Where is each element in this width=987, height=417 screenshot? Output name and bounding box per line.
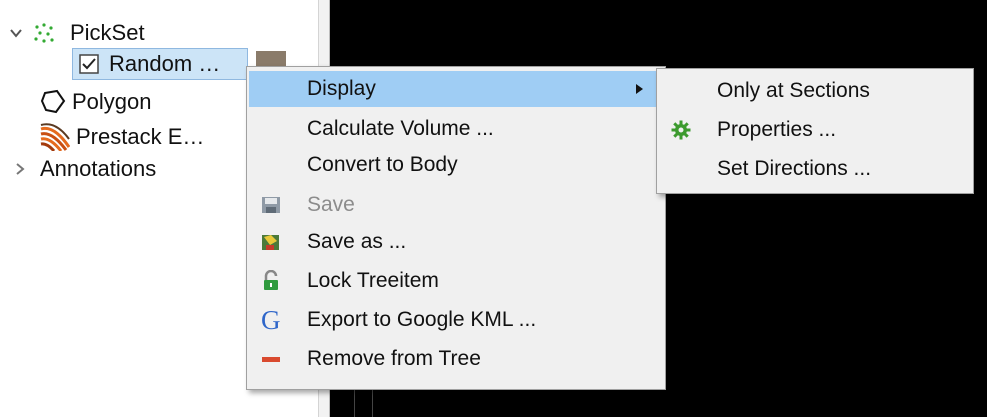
menu-item-label: Save as ... xyxy=(307,230,407,253)
checkbox-checked-icon[interactable] xyxy=(79,54,99,74)
menu-item-save[interactable]: Save xyxy=(249,187,663,223)
polygon-outline-icon xyxy=(40,89,66,114)
menu-item-display[interactable]: Display xyxy=(249,71,663,107)
lock-open-icon xyxy=(264,270,278,290)
menu-item-label: Export to Google KML ... xyxy=(307,308,537,331)
tree-item-annotations[interactable]: Annotations xyxy=(12,153,156,185)
tree-item-label: Annotations xyxy=(40,156,157,181)
remove-minus-icon xyxy=(262,357,280,362)
menu-item-export-kml[interactable]: G Export to Google KML ... xyxy=(249,302,663,338)
tree-item-label: PickSet xyxy=(70,20,145,45)
menu-item-label: Remove from Tree xyxy=(307,347,481,370)
save-as-icon xyxy=(262,235,279,250)
menu-item-label: Only at Sections xyxy=(717,79,870,102)
pickset-dots-icon xyxy=(34,23,54,43)
tree-item-pickset[interactable]: PickSet xyxy=(8,17,145,49)
submenu-arrow-icon xyxy=(636,84,643,94)
tree-item-random[interactable]: Random … xyxy=(72,48,248,80)
menu-item-properties[interactable]: Properties ... xyxy=(659,112,971,148)
tree-item-label: Prestack E… xyxy=(76,124,205,149)
menu-item-label: Set Directions ... xyxy=(717,157,872,180)
menu-item-label: Calculate Volume ... xyxy=(307,117,494,140)
menu-item-label: Save xyxy=(307,193,355,216)
color-swatch xyxy=(256,51,286,67)
menu-item-label: Lock Treeitem xyxy=(307,269,439,292)
menu-item-lock-treeitem[interactable]: Lock Treeitem xyxy=(249,263,663,299)
tree-item-polygon[interactable]: Polygon xyxy=(40,86,152,118)
display-submenu: Only at Sections Properties ... Set Dire… xyxy=(656,68,974,194)
tree-item-label: Random … xyxy=(109,51,221,76)
gear-properties-icon xyxy=(671,120,691,140)
save-disk-icon xyxy=(262,197,280,213)
menu-item-label: Display xyxy=(307,77,376,100)
menu-item-convert-to-body[interactable]: Convert to Body xyxy=(249,147,663,183)
prestack-wiggle-icon xyxy=(40,123,70,151)
chevron-down-icon[interactable] xyxy=(8,25,24,41)
chevron-right-icon[interactable] xyxy=(12,161,28,177)
menu-item-remove-from-tree[interactable]: Remove from Tree xyxy=(249,341,663,377)
context-menu: Display Calculate Volume ... Convert to … xyxy=(246,66,666,390)
menu-item-calculate-volume[interactable]: Calculate Volume ... xyxy=(249,111,663,147)
menu-item-save-as[interactable]: Save as ... xyxy=(249,224,663,260)
tree-item-prestack[interactable]: Prestack E… xyxy=(40,121,204,153)
google-g-icon: G xyxy=(261,305,281,335)
menu-item-label: Convert to Body xyxy=(307,153,458,176)
tree-item-label: Polygon xyxy=(72,89,152,114)
menu-item-label: Properties ... xyxy=(717,118,837,141)
menu-item-only-at-sections[interactable]: Only at Sections xyxy=(659,73,971,109)
menu-item-set-directions[interactable]: Set Directions ... xyxy=(659,151,971,187)
